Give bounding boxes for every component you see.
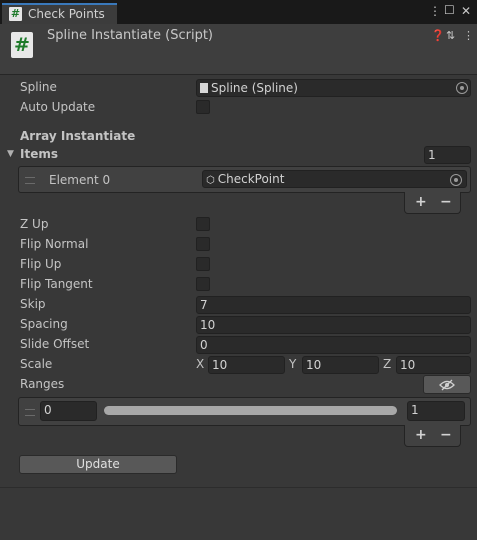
items-list-footer: + − [404,192,461,214]
presets-icon[interactable]: ⇅ [446,29,455,42]
visibility-toggle-button[interactable] [423,375,471,394]
z-up-label: Z Up [20,217,49,231]
items-list: Element 0 ⬡ CheckPoint [18,166,471,193]
spline-label: Spline [20,80,57,94]
items-label[interactable]: Items [20,147,58,161]
flip-normal-label: Flip Normal [20,237,89,251]
array-instantiate-heading: Array Instantiate [20,129,136,143]
ranges-label: Ranges [20,377,65,391]
spline-value: Spline (Spline) [211,81,298,95]
skip-field[interactable]: 7 [196,296,471,314]
flip-tangent-checkbox[interactable] [196,277,210,291]
scale-y-label[interactable]: Y [289,357,296,371]
range-max-field[interactable]: 1 [407,401,465,421]
scale-y-field[interactable]: 10 [302,356,379,374]
range-min-field[interactable]: 0 [40,401,97,421]
z-up-checkbox[interactable] [196,217,210,231]
update-button[interactable]: Update [19,455,177,474]
flip-tangent-label: Flip Tangent [20,277,93,291]
auto-update-label: Auto Update [20,100,96,114]
spline-object-field[interactable]: Spline (Spline) [196,79,471,97]
flip-normal-checkbox[interactable] [196,237,210,251]
flip-up-label: Flip Up [20,257,62,271]
component-title[interactable]: Spline Instantiate (Script) [47,28,213,43]
ranges-list-footer: + − [404,425,461,447]
spacing-field[interactable]: 10 [196,316,471,334]
scale-label: Scale [20,357,53,371]
ranges-list: 0 1 [18,397,471,426]
prefab-icon: ⬡ [206,175,215,186]
range-slider[interactable] [104,406,397,415]
slide-offset-label: Slide Offset [20,337,90,351]
spacing-label: Spacing [20,317,68,331]
tab-check-points[interactable]: # Check Points [2,3,117,24]
more-options-icon[interactable]: ⋮ [429,4,441,18]
remove-element-button[interactable]: − [440,194,452,210]
drag-handle-icon[interactable] [25,177,35,184]
divider [0,487,477,488]
scale-z-label[interactable]: Z [383,357,391,371]
component-header: # Spline Instantiate (Script) ❓ ⇅ ⋮ [0,24,477,75]
tab-bar: # Check Points ⋮ ☐ ✕ [0,0,477,24]
close-icon[interactable]: ✕ [461,4,471,18]
remove-range-button[interactable]: − [440,427,452,443]
context-menu-icon[interactable]: ⋮ [463,29,474,42]
scale-x-field[interactable]: 10 [208,356,285,374]
skip-label: Skip [20,297,46,311]
script-hash-icon: # [9,7,22,21]
maximize-icon[interactable]: ☐ [444,3,455,17]
scale-x-label[interactable]: X [196,357,204,371]
script-hash-icon: # [11,32,33,58]
element-0-object-field[interactable]: ⬡ CheckPoint [202,170,467,188]
flip-up-checkbox[interactable] [196,257,210,271]
auto-update-checkbox[interactable] [196,100,210,114]
tab-label: Check Points [28,7,105,21]
object-picker-icon[interactable] [450,174,462,186]
items-count-field[interactable]: 1 [424,146,471,164]
object-picker-icon[interactable] [456,82,468,94]
slide-offset-field[interactable]: 0 [196,336,471,354]
script-file-icon [200,83,208,93]
add-range-button[interactable]: + [415,427,427,443]
scale-z-field[interactable]: 10 [396,356,471,374]
add-element-button[interactable]: + [415,194,427,210]
hidden-eye-icon [439,379,455,391]
element-0-value: CheckPoint [217,172,285,186]
element-0-label: Element 0 [49,173,111,187]
foldout-arrow-icon[interactable]: ▼ [7,149,14,159]
help-icon[interactable]: ❓ [431,29,445,42]
drag-handle-icon[interactable] [25,409,35,416]
